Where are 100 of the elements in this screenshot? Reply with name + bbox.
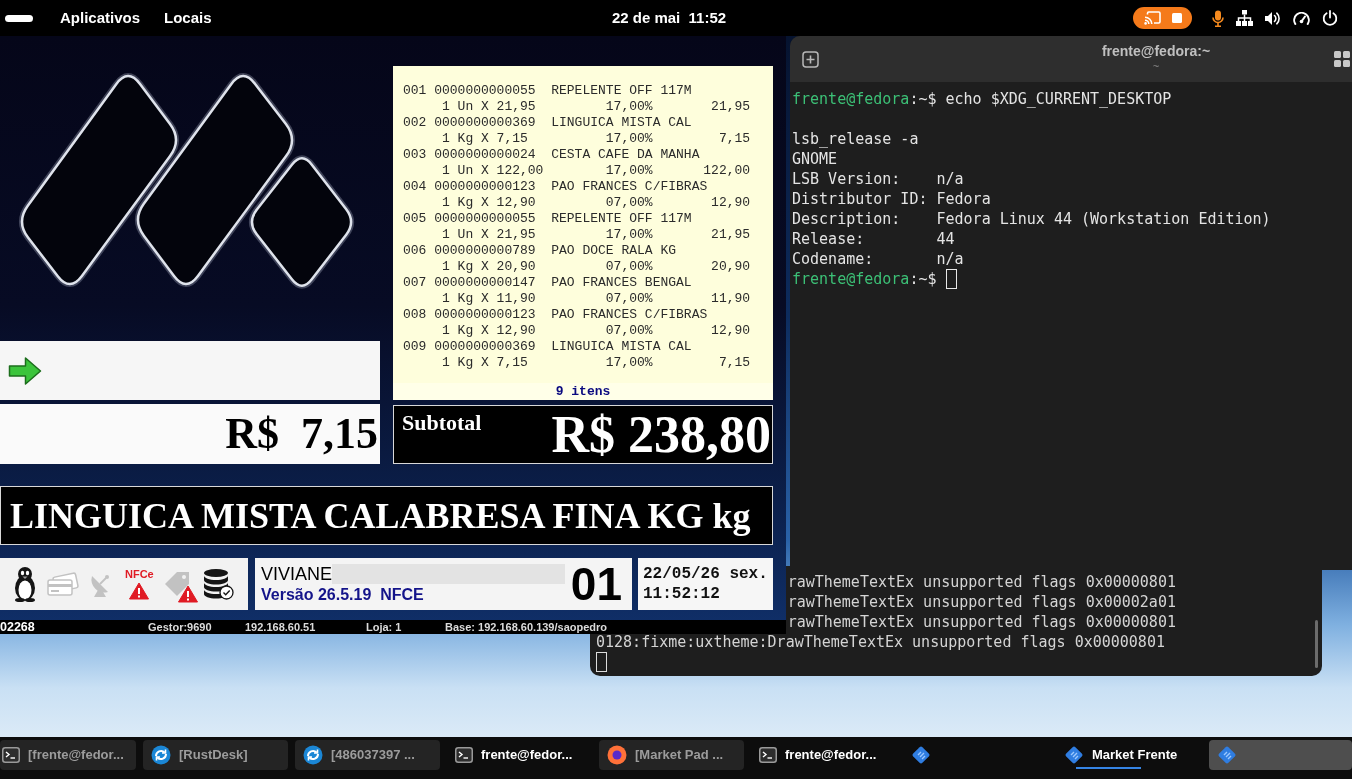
window-title: frente@fedora:~ <box>1101 42 1211 60</box>
microphone-icon[interactable] <box>1212 9 1224 27</box>
quantity-text: 1 Un X 122,00 <box>442 163 544 179</box>
product-description: PAO FRANCES C/FIBRAS <box>551 307 708 323</box>
product-code: 0000000000123 <box>434 179 536 195</box>
product-description: REPELENTE OFF 117M <box>551 83 692 99</box>
item-total: 11,90 <box>711 291 751 307</box>
tax-rate: 07,00% <box>605 259 653 275</box>
terminal-output: GNOME <box>792 149 838 169</box>
item-total: 21,95 <box>711 99 751 115</box>
item-number: 001 <box>403 83 427 99</box>
product-code: 0000000000123 <box>434 307 536 323</box>
menu-button[interactable]: Locais <box>164 9 212 27</box>
item-total: 12,90 <box>711 195 751 211</box>
nfce-label: NFCe <box>125 568 154 580</box>
power-icon[interactable] <box>1322 10 1338 26</box>
terminal-output: Release: 44 <box>792 229 955 249</box>
cast-icon <box>1144 11 1161 25</box>
status-field: Loja: 1 <box>366 620 402 634</box>
item-number: 004 <box>403 179 427 195</box>
sync-icon <box>303 745 323 765</box>
item-total: 12,90 <box>711 323 751 339</box>
item-number: 007 <box>403 275 427 291</box>
terminal-output: lsb_release -a <box>792 129 919 149</box>
quantity-text: 1 Kg X 20,90 <box>442 259 536 275</box>
quantity-text: 1 Kg X 11,90 <box>442 291 536 307</box>
product-code: 0000000000024 <box>434 147 536 163</box>
product-description: CESTA CAFE DA MANHA <box>551 147 700 163</box>
product-name: LINGUICA MISTA CALABRESA FINA KG kg <box>10 497 751 534</box>
sync-icon <box>151 745 171 765</box>
grid-icon[interactable] <box>1334 51 1350 67</box>
tax-rate: 07,00% <box>605 195 653 211</box>
terminal-output: rawThemeTextEx unsupported flags 0x00000801 <box>787 612 1176 632</box>
subtotal-label: Subtotal <box>402 412 482 434</box>
date-text: 22/05/26 sex. <box>643 564 768 584</box>
menu-button[interactable]: Aplicativos <box>60 9 141 27</box>
prompt-line: frente@fedora:~$ <box>792 269 937 289</box>
item-number: 009 <box>403 339 427 355</box>
quantity-text: 1 Kg X 7,15 <box>442 131 528 147</box>
tax-rate: 17,00% <box>605 163 653 179</box>
quantity-text: 1 Kg X 12,90 <box>442 323 536 339</box>
terminal-output: Distributor ID: Fedora <box>792 189 991 209</box>
tax-rate: 17,00% <box>605 131 653 147</box>
tax-rate: 07,00% <box>605 323 653 339</box>
activities-button[interactable] <box>5 14 33 22</box>
terminal-output: Description: Fedora Linux 44 (Workstation Edition) <box>792 209 1271 229</box>
tax-rate: 17,00% <box>605 99 653 115</box>
register-number: 01 <box>570 561 622 607</box>
unit-price: R$ 7,15 <box>225 412 378 456</box>
item-number: 002 <box>403 115 427 131</box>
clock-button[interactable]: 22 de mai 11:52 <box>611 9 727 27</box>
product-code: 0000000000369 <box>434 339 536 355</box>
taskbar-button[interactable]: frente@fedor... <box>751 740 896 770</box>
scrollbar[interactable] <box>1315 620 1318 668</box>
item-number: 003 <box>403 147 427 163</box>
new-tab-icon[interactable] <box>802 51 819 68</box>
taskbar-button[interactable]: [RustDesk] <box>143 740 288 770</box>
item-number: 006 <box>403 243 427 259</box>
terminal-icon <box>455 747 473 763</box>
arrow-icon <box>8 355 42 386</box>
product-code: 0000000000147 <box>434 275 536 291</box>
item-total: 122,00 <box>703 163 751 179</box>
prompt-line: frente@fedora:~$ echo $XDG_CURRENT_DESKTOP <box>792 89 1172 109</box>
product-description: PAO FRANCES BENGAL <box>551 275 692 291</box>
tax-rate: 17,00% <box>605 227 653 243</box>
operator-name: VIVIANE <box>261 564 333 584</box>
product-description: LINGUICA MISTA CAL <box>551 115 692 131</box>
status-field: 192.168.60.51 <box>245 620 316 634</box>
status-field: 02268 <box>0 620 35 634</box>
status-field: Gestor:9690 <box>148 620 212 634</box>
terminal-output: Codename: n/a <box>792 249 964 269</box>
taskbar-button[interactable]: [Market Pad ... <box>599 740 744 770</box>
quantity-text: 1 Un X 21,95 <box>442 99 536 115</box>
terminal-output: 0128:fixme:uxtheme:DrawThemeTextEx unsupported flags 0x00000801 <box>596 633 1165 652</box>
stop-icon <box>1172 13 1182 23</box>
screen-share-button[interactable] <box>1133 7 1192 29</box>
product-description: PAO FRANCES C/FIBRAS <box>551 179 708 195</box>
input-field[interactable] <box>0 341 380 400</box>
item-total: 7,15 <box>718 355 751 371</box>
taskbar-button[interactable]: [frente@fedor... <box>0 740 136 770</box>
terminal-output: rawThemeTextEx unsupported flags 0x00000801 <box>787 572 1176 592</box>
taskbar-button[interactable]: Market Frente <box>1056 740 1199 770</box>
product-code: 0000000000055 <box>434 211 536 227</box>
taskbar-button[interactable]: frente@fedor... <box>447 740 592 770</box>
product-code: 0000000000789 <box>434 243 536 259</box>
tax-rate: 17,00% <box>605 355 653 371</box>
gauge-icon[interactable] <box>1293 11 1310 25</box>
quantity-text: 1 Un X 21,95 <box>442 227 536 243</box>
terminal-icon <box>759 747 777 763</box>
item-number: 008 <box>403 307 427 323</box>
quantity-text: 1 Kg X 7,15 <box>442 355 528 371</box>
time-text: 11:52:12 <box>643 584 720 604</box>
product-description: LINGUICA MISTA CAL <box>551 339 692 355</box>
product-code: 0000000000055 <box>434 83 536 99</box>
terminal-output: rawThemeTextEx unsupported flags 0x00002a01 <box>787 592 1176 612</box>
product-description: PAO DOCE RALA KG <box>551 243 677 259</box>
volume-icon[interactable] <box>1265 10 1281 26</box>
status-field: Base: 192.168.60.139/saopedro <box>445 620 608 634</box>
network-icon[interactable] <box>1236 10 1253 26</box>
taskbar-button[interactable]: [486037397 ... <box>295 740 440 770</box>
